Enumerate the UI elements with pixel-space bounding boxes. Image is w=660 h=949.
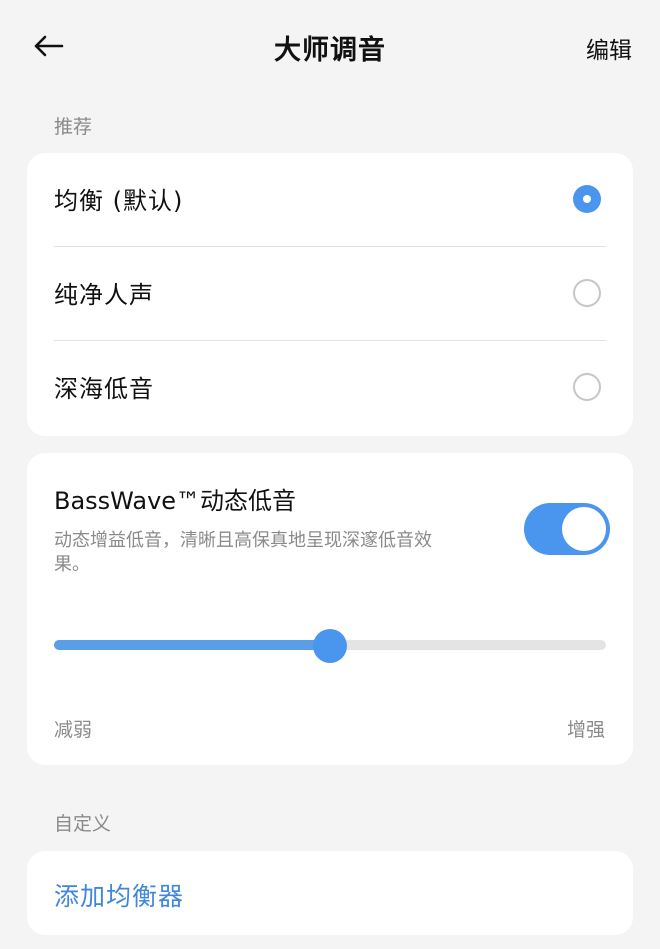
slider-min-label: 减弱 (54, 719, 93, 741)
preset-row-vocal[interactable]: 纯净人声 (27, 247, 633, 341)
custom-card: 添加均衡器 (27, 851, 633, 935)
header: 大师调音 编辑 (0, 0, 660, 96)
section-label-recommended: 推荐 (54, 116, 93, 138)
preset-label: 均衡 (默认) (54, 187, 184, 215)
preset-row-balanced[interactable]: 均衡 (默认) (27, 153, 633, 247)
preset-label: 纯净人声 (54, 281, 154, 309)
preset-label: 深海低音 (54, 375, 154, 403)
radio-button[interactable] (573, 373, 601, 401)
preset-row-deep-bass[interactable]: 深海低音 (27, 341, 633, 435)
edit-button[interactable]: 编辑 (586, 31, 632, 65)
section-label-custom: 自定义 (54, 813, 112, 835)
basswave-toggle[interactable] (524, 503, 610, 555)
basswave-level-slider[interactable] (54, 629, 606, 663)
toggle-knob (562, 507, 606, 551)
slider-thumb[interactable] (313, 629, 347, 663)
basswave-card: BassWave™动态低音 动态增益低音，清晰且高保真地呈现深邃低音效果。 减弱… (27, 453, 633, 765)
radio-button-checked[interactable] (573, 185, 601, 213)
preset-card: 均衡 (默认) 纯净人声 深海低音 (27, 153, 633, 436)
slider-max-label: 增强 (566, 719, 605, 741)
basswave-title: BassWave™动态低音 (54, 487, 297, 515)
slider-fill (54, 640, 330, 650)
sound-tuning-screen: 大师调音 编辑 推荐 均衡 (默认) 纯净人声 深海低音 BassWave™动态… (0, 0, 660, 949)
add-equalizer-button[interactable]: 添加均衡器 (54, 877, 184, 913)
page-title: 大师调音 (274, 35, 386, 66)
radio-button[interactable] (573, 279, 601, 307)
basswave-description: 动态增益低音，清晰且高保真地呈现深邃低音效果。 (54, 530, 432, 575)
